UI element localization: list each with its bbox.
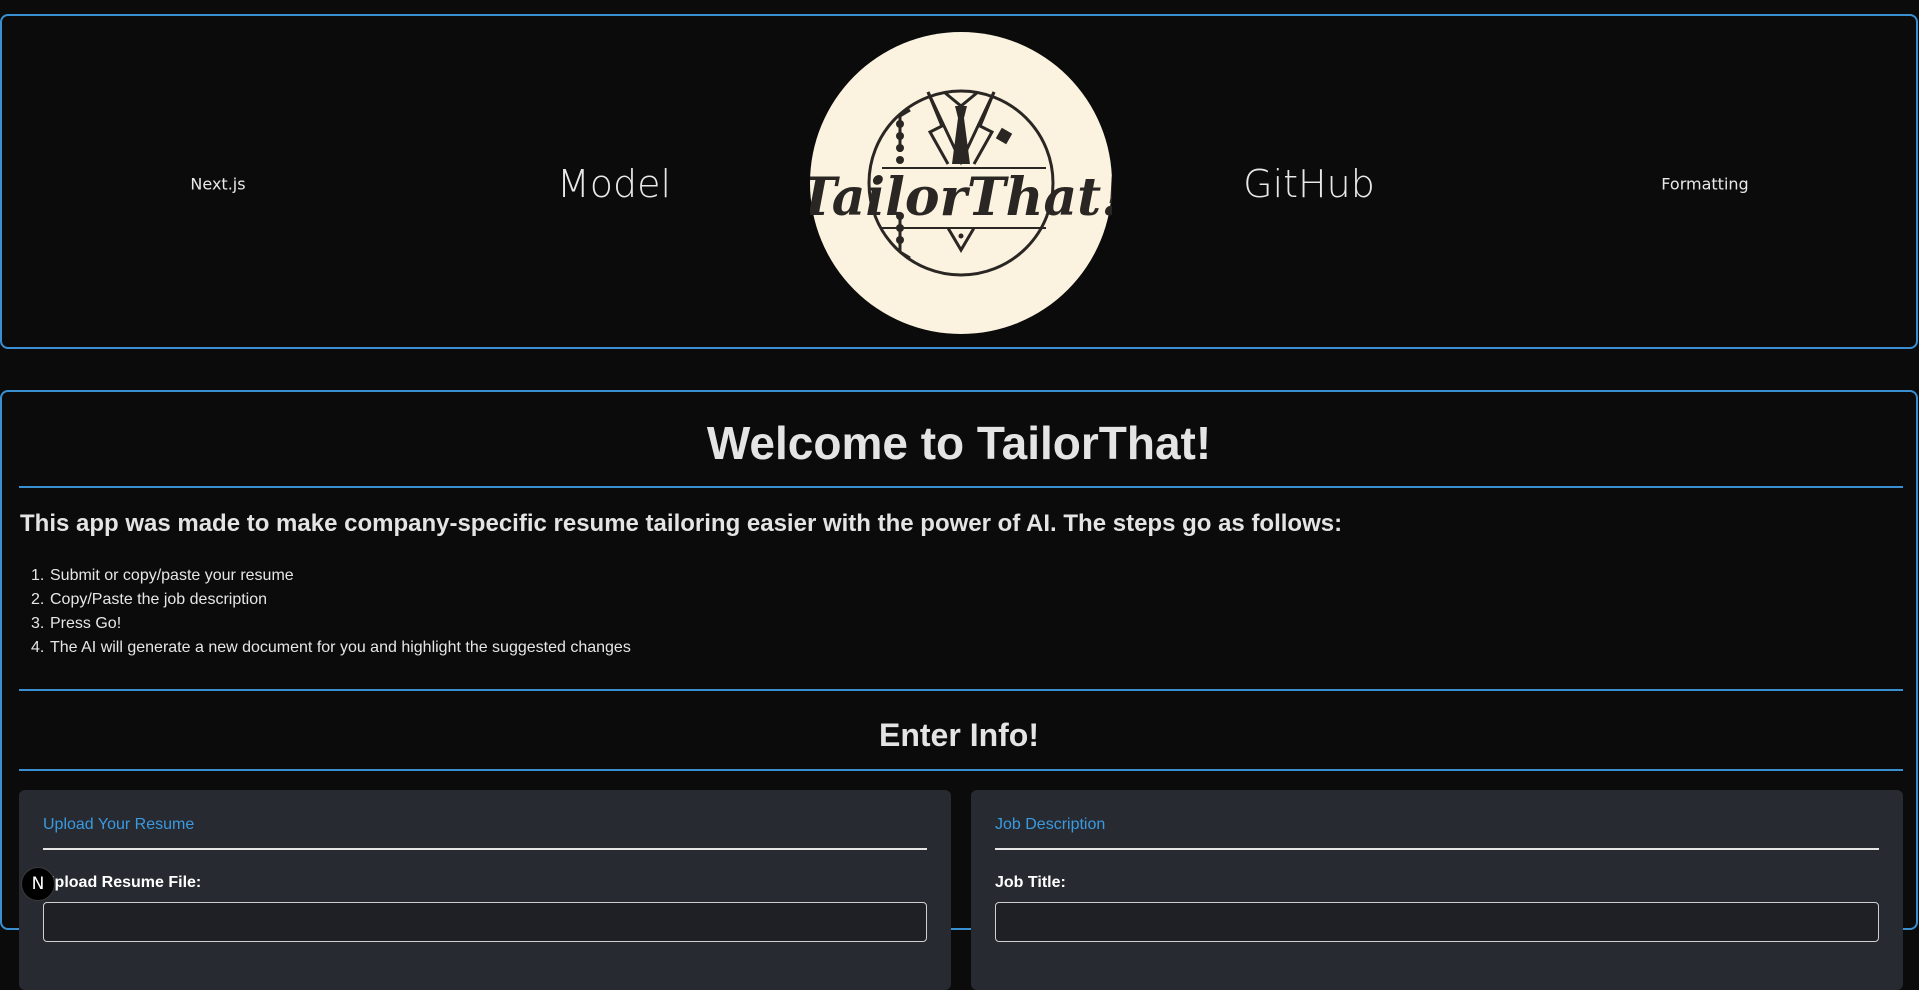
enter-info-divider (19, 769, 1903, 771)
section-title-enter-info: Enter Info! (879, 717, 1039, 753)
intro-text: This app was made to make company-specif… (20, 510, 1343, 537)
step-number: 1. (31, 567, 45, 584)
step-text: Copy/Paste the job description (50, 591, 268, 608)
nav-link-nextjs[interactable]: Next.js (190, 175, 245, 194)
list-item: 2. Copy/Paste the job description (31, 588, 631, 612)
step-number: 2. (31, 591, 45, 608)
steps-divider (19, 689, 1903, 691)
job-card-title: Job Description (995, 816, 1106, 833)
list-item: 3. Press Go! (31, 612, 631, 636)
resume-file-input[interactable] (43, 902, 927, 942)
step-text: Submit or copy/paste your resume (50, 567, 294, 584)
list-item: 4. The AI will generate a new document fo… (31, 636, 631, 660)
job-title-input[interactable] (995, 902, 1879, 942)
resume-upload-card: Upload Your Resume Upload Resume File: (19, 790, 951, 990)
job-card-divider (995, 848, 1879, 850)
job-title-label: Job Title: (995, 874, 1066, 891)
step-text: The AI will generate a new document for … (50, 639, 631, 656)
steps-list: 1. Submit or copy/paste your resume 2. Cop… (31, 564, 631, 660)
resume-file-label: Upload Resume File: (43, 874, 202, 891)
resume-card-title: Upload Your Resume (43, 816, 195, 833)
job-description-card: Job Description Job Title: (971, 790, 1903, 990)
step-number: 3. (31, 615, 45, 632)
tailorthat-logo[interactable]: TailorThat! (798, 32, 1124, 334)
page-title: Welcome to TailorThat! (706, 417, 1212, 469)
logo-wordmark: TailorThat! (810, 167, 1112, 228)
nextjs-dev-badge[interactable]: N (21, 867, 55, 901)
list-item: 1. Submit or copy/paste your resume (31, 564, 631, 588)
resume-card-divider (43, 848, 927, 850)
main-panel: Welcome to TailorThat! This app was made… (0, 390, 1918, 990)
nav-link-formatting[interactable]: Formatting (1661, 175, 1748, 194)
nav-link-model[interactable]: Model (557, 162, 671, 206)
title-divider (19, 486, 1903, 488)
site-header: Next.js Model TailorThat! GitHub Formatt… (0, 14, 1918, 349)
nav-link-github[interactable]: GitHub (1243, 162, 1375, 206)
step-number: 4. (31, 639, 45, 656)
tailorthat-logo-graphic: TailorThat! (798, 32, 1124, 334)
step-text: Press Go! (50, 615, 122, 632)
